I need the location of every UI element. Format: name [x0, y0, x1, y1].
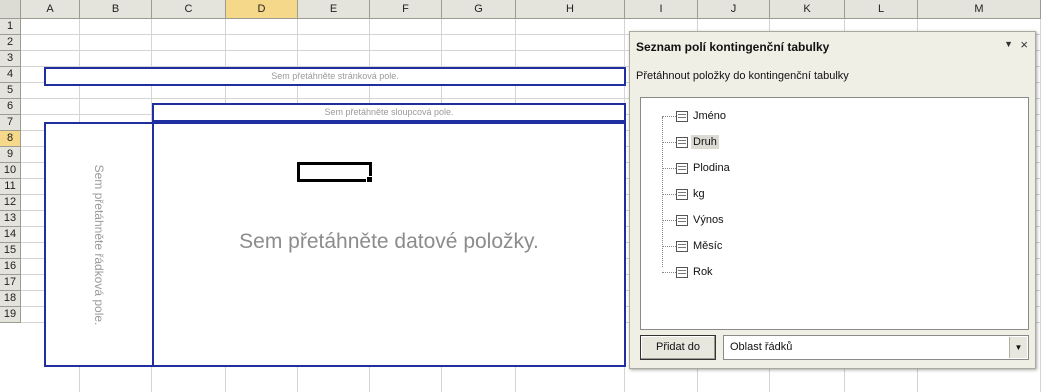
field-checkbox[interactable]	[676, 240, 688, 252]
row-header-7[interactable]: 7	[0, 115, 21, 131]
fill-handle[interactable]	[366, 176, 373, 183]
row-header-10[interactable]: 10	[0, 163, 21, 179]
row-header-14[interactable]: 14	[0, 227, 21, 243]
field-item[interactable]: Výnos	[662, 211, 726, 229]
row-header-1[interactable]: 1	[0, 19, 21, 35]
row-header-11[interactable]: 11	[0, 179, 21, 195]
column-header-k[interactable]: K	[770, 0, 845, 19]
dropdown-arrow-icon[interactable]: ▼	[1009, 337, 1027, 358]
field-label: Rok	[693, 266, 713, 278]
tree-branch	[662, 219, 676, 221]
page-fields-drop-label: Sem přetáhněte stránková pole.	[271, 71, 399, 81]
row-header-9[interactable]: 9	[0, 147, 21, 163]
row-header-18[interactable]: 18	[0, 291, 21, 307]
field-checkbox[interactable]	[676, 136, 688, 148]
row-header-3[interactable]: 3	[0, 51, 21, 67]
pane-menu-arrow-icon[interactable]: ▼	[1004, 39, 1013, 49]
row-header-2[interactable]: 2	[0, 35, 21, 51]
row-header-6[interactable]: 6	[0, 99, 21, 115]
field-label: Měsíc	[693, 240, 723, 252]
column-header-j[interactable]: J	[698, 0, 770, 19]
pane-title: Seznam polí kontingenční tabulky	[636, 40, 830, 54]
row-fields-drop-label: Sem přetáhněte řádková pole.	[92, 164, 106, 325]
data-items-drop-zone[interactable]: Sem přetáhněte datové položky.	[152, 122, 626, 367]
row-header-8[interactable]: 8	[0, 131, 21, 147]
row-fields-drop-zone[interactable]: Sem přetáhněte řádková pole.	[44, 122, 154, 367]
row-header-4[interactable]: 4	[0, 67, 21, 83]
column-header-c[interactable]: C	[152, 0, 226, 19]
field-item[interactable]: Rok	[662, 263, 715, 281]
column-header-b[interactable]: B	[80, 0, 152, 19]
tree-branch	[662, 271, 676, 273]
row-header-13[interactable]: 13	[0, 211, 21, 227]
close-icon[interactable]: ×	[1020, 37, 1028, 52]
row-header-19[interactable]: 19	[0, 307, 21, 323]
field-item[interactable]: Jméno	[662, 107, 728, 125]
pivot-field-list-pane: Seznam polí kontingenční tabulky ▼ × Pře…	[629, 31, 1036, 369]
column-fields-drop-zone[interactable]: Sem přetáhněte sloupcová pole.	[152, 103, 626, 122]
tree-branch	[662, 245, 676, 247]
tree-branch	[662, 141, 676, 143]
column-header-h[interactable]: H	[516, 0, 625, 19]
field-item[interactable]: Plodina	[662, 159, 732, 177]
column-fields-drop-label: Sem přetáhněte sloupcová pole.	[324, 107, 454, 117]
column-header-a[interactable]: A	[21, 0, 80, 19]
row-header-5[interactable]: 5	[0, 83, 21, 99]
field-label: Výnos	[693, 214, 724, 226]
data-items-drop-label: Sem přetáhněte datové položky.	[239, 230, 539, 253]
page-fields-drop-zone[interactable]: Sem přetáhněte stránková pole.	[44, 67, 626, 86]
column-header-g[interactable]: G	[442, 0, 516, 19]
tree-branch	[662, 193, 676, 195]
column-header-f[interactable]: F	[370, 0, 442, 19]
field-checkbox[interactable]	[676, 110, 688, 122]
pane-instruction: Přetáhnout položky do kontingenční tabul…	[636, 70, 849, 82]
row-header-12[interactable]: 12	[0, 195, 21, 211]
column-header-i[interactable]: I	[625, 0, 698, 19]
field-label: Plodina	[693, 162, 730, 174]
area-dropdown[interactable]: Oblast řádků ▼	[723, 335, 1029, 360]
field-label: Druh	[691, 135, 719, 149]
row-header-15[interactable]: 15	[0, 243, 21, 259]
row-header-16[interactable]: 16	[0, 259, 21, 275]
tree-branch	[662, 167, 676, 169]
field-checkbox[interactable]	[676, 214, 688, 226]
column-header-e[interactable]: E	[298, 0, 370, 19]
field-checkbox[interactable]	[676, 162, 688, 174]
area-dropdown-value: Oblast řádků	[730, 341, 793, 353]
column-header-l[interactable]: L	[845, 0, 918, 19]
select-all-corner[interactable]	[0, 0, 21, 19]
active-cell-d8[interactable]	[297, 162, 373, 183]
field-checkbox[interactable]	[676, 266, 688, 278]
column-header-d[interactable]: D	[226, 0, 298, 19]
field-item[interactable]: kg	[662, 185, 707, 203]
field-item[interactable]: Druh	[662, 133, 719, 151]
field-checkbox[interactable]	[676, 188, 688, 200]
row-header-17[interactable]: 17	[0, 275, 21, 291]
tree-branch	[662, 115, 676, 117]
column-header-m[interactable]: M	[918, 0, 1041, 19]
field-label: kg	[693, 188, 705, 200]
add-to-button[interactable]: Přidat do	[640, 335, 716, 360]
field-item[interactable]: Měsíc	[662, 237, 724, 255]
field-list: Jméno Druh Plodina kg Výnos Měsíc Rok	[640, 97, 1029, 330]
field-label: Jméno	[693, 110, 727, 122]
